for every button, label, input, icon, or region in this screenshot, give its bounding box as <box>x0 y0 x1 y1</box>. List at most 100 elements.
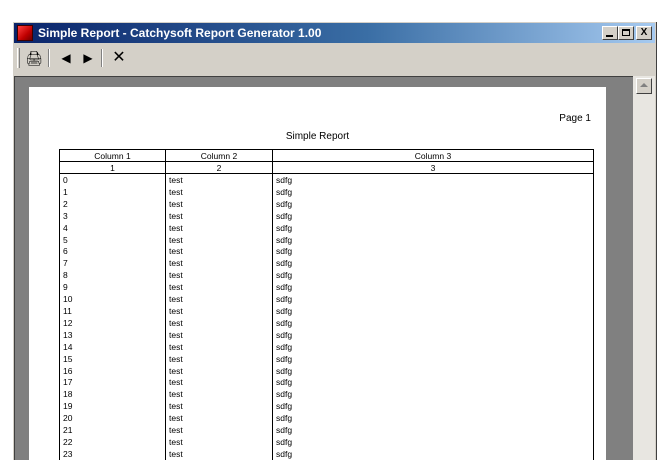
minimize-button[interactable] <box>602 26 618 40</box>
table-cell: 9 <box>59 282 166 295</box>
table-cell: sdfg <box>272 436 594 449</box>
toolbar-separator <box>101 49 103 67</box>
table-cell: sdfg <box>272 341 594 354</box>
table-row: 8 test sdfg <box>59 270 594 283</box>
table-cell: sdfg <box>272 270 594 283</box>
table-cell: test <box>165 246 273 259</box>
table-cell: sdfg <box>272 258 594 271</box>
table-cell: 7 <box>59 258 166 271</box>
previous-page-button[interactable]: ◀ <box>55 48 77 68</box>
table-row: 18 test sdfg <box>59 389 594 402</box>
column-subheader: 2 <box>165 161 273 174</box>
table-cell: test <box>165 377 273 390</box>
table-row: 11 test sdfg <box>59 305 594 318</box>
title-bar[interactable]: Simple Report - Catchysoft Report Genera… <box>14 23 655 43</box>
app-icon[interactable] <box>17 25 33 41</box>
table-row: 14 test sdfg <box>59 341 594 354</box>
table-row: 12 test sdfg <box>59 317 594 330</box>
next-page-button[interactable]: ▶ <box>77 48 99 68</box>
table-cell: test <box>165 210 273 223</box>
table-cell: sdfg <box>272 425 594 437</box>
close-window-button[interactable]: X <box>636 26 652 40</box>
table-cell: test <box>165 173 273 187</box>
column-header: Column 1 <box>59 149 166 162</box>
minimize-icon <box>606 35 613 37</box>
arrow-right-icon: ▶ <box>83 51 93 65</box>
table-cell: sdfg <box>272 186 594 199</box>
preview-area[interactable]: Page 1 Simple Report Column 1 Column 2 C… <box>14 76 633 460</box>
column-header: Column 2 <box>165 149 273 162</box>
table-cell: 0 <box>59 173 166 187</box>
table-cell: 16 <box>59 365 166 378</box>
table-cell: test <box>165 305 273 318</box>
table-cell: test <box>165 317 273 330</box>
table-cell: 4 <box>59 222 166 235</box>
printer-icon: 🖨 <box>25 50 43 66</box>
table-cell: sdfg <box>272 317 594 330</box>
table-cell: 15 <box>59 353 166 366</box>
maximize-icon <box>622 29 630 36</box>
table-cell: sdfg <box>272 222 594 235</box>
table-row: 7 test sdfg <box>59 258 594 271</box>
table-row: 0 test sdfg <box>59 173 594 187</box>
table-cell: test <box>165 222 273 235</box>
table-cell: test <box>165 258 273 271</box>
column-subheader: 1 <box>59 161 166 174</box>
table-cell: sdfg <box>272 198 594 211</box>
header-row: Column 1 Column 2 Column 3 <box>59 149 594 162</box>
table-cell: 19 <box>59 401 166 414</box>
table-cell: sdfg <box>272 282 594 295</box>
table-row: 3 test sdfg <box>59 210 594 223</box>
table-cell: test <box>165 425 273 437</box>
toolbar-separator <box>48 49 50 67</box>
toolbar-grip[interactable] <box>17 48 20 68</box>
table-row: 5 test sdfg <box>59 234 594 247</box>
column-subheader: 3 <box>272 161 594 174</box>
table-row: 6 test sdfg <box>59 246 594 259</box>
table-row: 21 test sdfg <box>59 425 594 437</box>
table-row: 15 test sdfg <box>59 353 594 366</box>
arrow-left-icon: ◀ <box>61 51 71 65</box>
table-cell: 11 <box>59 305 166 318</box>
table-cell: test <box>165 282 273 295</box>
table-cell: test <box>165 365 273 378</box>
table-row: 4 test sdfg <box>59 222 594 235</box>
window-controls: X <box>602 26 652 40</box>
table-cell: 17 <box>59 377 166 390</box>
print-button[interactable]: 🖨 <box>23 48 45 68</box>
table-cell: 13 <box>59 329 166 342</box>
table-cell: test <box>165 413 273 426</box>
table-cell: 5 <box>59 234 166 247</box>
table-cell: 2 <box>59 198 166 211</box>
table-cell: sdfg <box>272 389 594 402</box>
close-preview-button[interactable]: ✕ <box>108 48 130 68</box>
table-cell: test <box>165 294 273 306</box>
table-cell: 6 <box>59 246 166 259</box>
maximize-button[interactable] <box>618 26 634 40</box>
report-body: 0 test sdfg 1 test sdfg 2 test sdfg 3 test sdfg 4 tes… <box>59 173 594 460</box>
table-cell: test <box>165 198 273 211</box>
table-cell: 23 <box>59 448 166 460</box>
table-cell: 22 <box>59 436 166 449</box>
table-cell: test <box>165 329 273 342</box>
table-row: 22 test sdfg <box>59 436 594 449</box>
table-cell: 8 <box>59 270 166 283</box>
table-cell: sdfg <box>272 401 594 414</box>
toolbar: 🖨 ◀ ▶ ✕ <box>14 45 655 71</box>
table-cell: sdfg <box>272 234 594 247</box>
vertical-scrollbar[interactable] <box>633 76 655 460</box>
report-window: Simple Report - Catchysoft Report Genera… <box>12 21 657 460</box>
scroll-up-button[interactable] <box>636 78 652 94</box>
table-cell: 3 <box>59 210 166 223</box>
table-row: 16 test sdfg <box>59 365 594 378</box>
window-title: Simple Report - Catchysoft Report Genera… <box>38 26 322 40</box>
report-title: Simple Report <box>285 131 350 142</box>
table-cell: test <box>165 270 273 283</box>
table-row: 9 test sdfg <box>59 282 594 295</box>
table-cell: 20 <box>59 413 166 426</box>
report-page: Page 1 Simple Report Column 1 Column 2 C… <box>29 87 606 460</box>
table-row: 2 test sdfg <box>59 198 594 211</box>
table-row: 1 test sdfg <box>59 186 594 199</box>
table-cell: 10 <box>59 294 166 306</box>
page-number: Page 1 <box>559 113 591 124</box>
